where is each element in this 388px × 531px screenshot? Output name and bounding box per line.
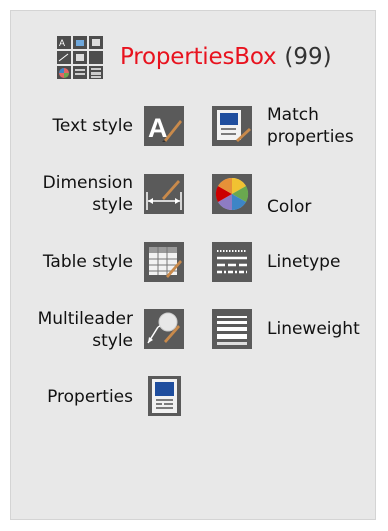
properties-box-panel: A PropertiesBox (99) Text style A Match … xyxy=(10,10,376,520)
text-style-icon: A xyxy=(144,106,184,146)
multileader-style-label: Multileader style xyxy=(37,309,133,351)
lineweight-button[interactable] xyxy=(212,309,252,349)
match-properties-icon xyxy=(212,106,252,146)
properties-button[interactable] xyxy=(148,376,181,416)
lineweight-icon xyxy=(212,309,252,349)
color-button[interactable] xyxy=(212,174,252,214)
svg-text:A: A xyxy=(148,113,168,143)
table-style-icon xyxy=(144,242,184,282)
multileader-style-icon xyxy=(144,309,184,349)
table-style-label: Table style xyxy=(42,252,133,272)
linetype-icon xyxy=(212,242,252,282)
dimension-style-icon xyxy=(144,174,184,214)
color-wheel-icon xyxy=(212,174,252,214)
panel-count: (99) xyxy=(284,44,332,70)
text-style-label: Text style xyxy=(52,116,133,136)
text-style-button[interactable]: A xyxy=(144,106,184,146)
svg-text:A: A xyxy=(59,38,65,48)
toolbox-grid-icon: A xyxy=(56,35,104,80)
panel-title: PropertiesBox xyxy=(120,44,277,70)
linetype-button[interactable] xyxy=(212,242,252,282)
lineweight-label: Lineweight xyxy=(267,319,360,339)
properties-label: Properties xyxy=(47,387,133,407)
properties-icon xyxy=(148,376,181,416)
dimension-style-label: Dimension style xyxy=(42,173,133,215)
match-properties-button[interactable] xyxy=(212,106,252,146)
match-properties-label: Match properties xyxy=(267,105,354,147)
panel-header: A PropertiesBox (99) xyxy=(56,35,332,80)
multileader-style-button[interactable] xyxy=(144,309,184,349)
color-label: Color xyxy=(267,197,312,217)
linetype-label: Linetype xyxy=(267,252,341,272)
dimension-style-button[interactable] xyxy=(144,174,184,214)
table-style-button[interactable] xyxy=(144,242,184,282)
